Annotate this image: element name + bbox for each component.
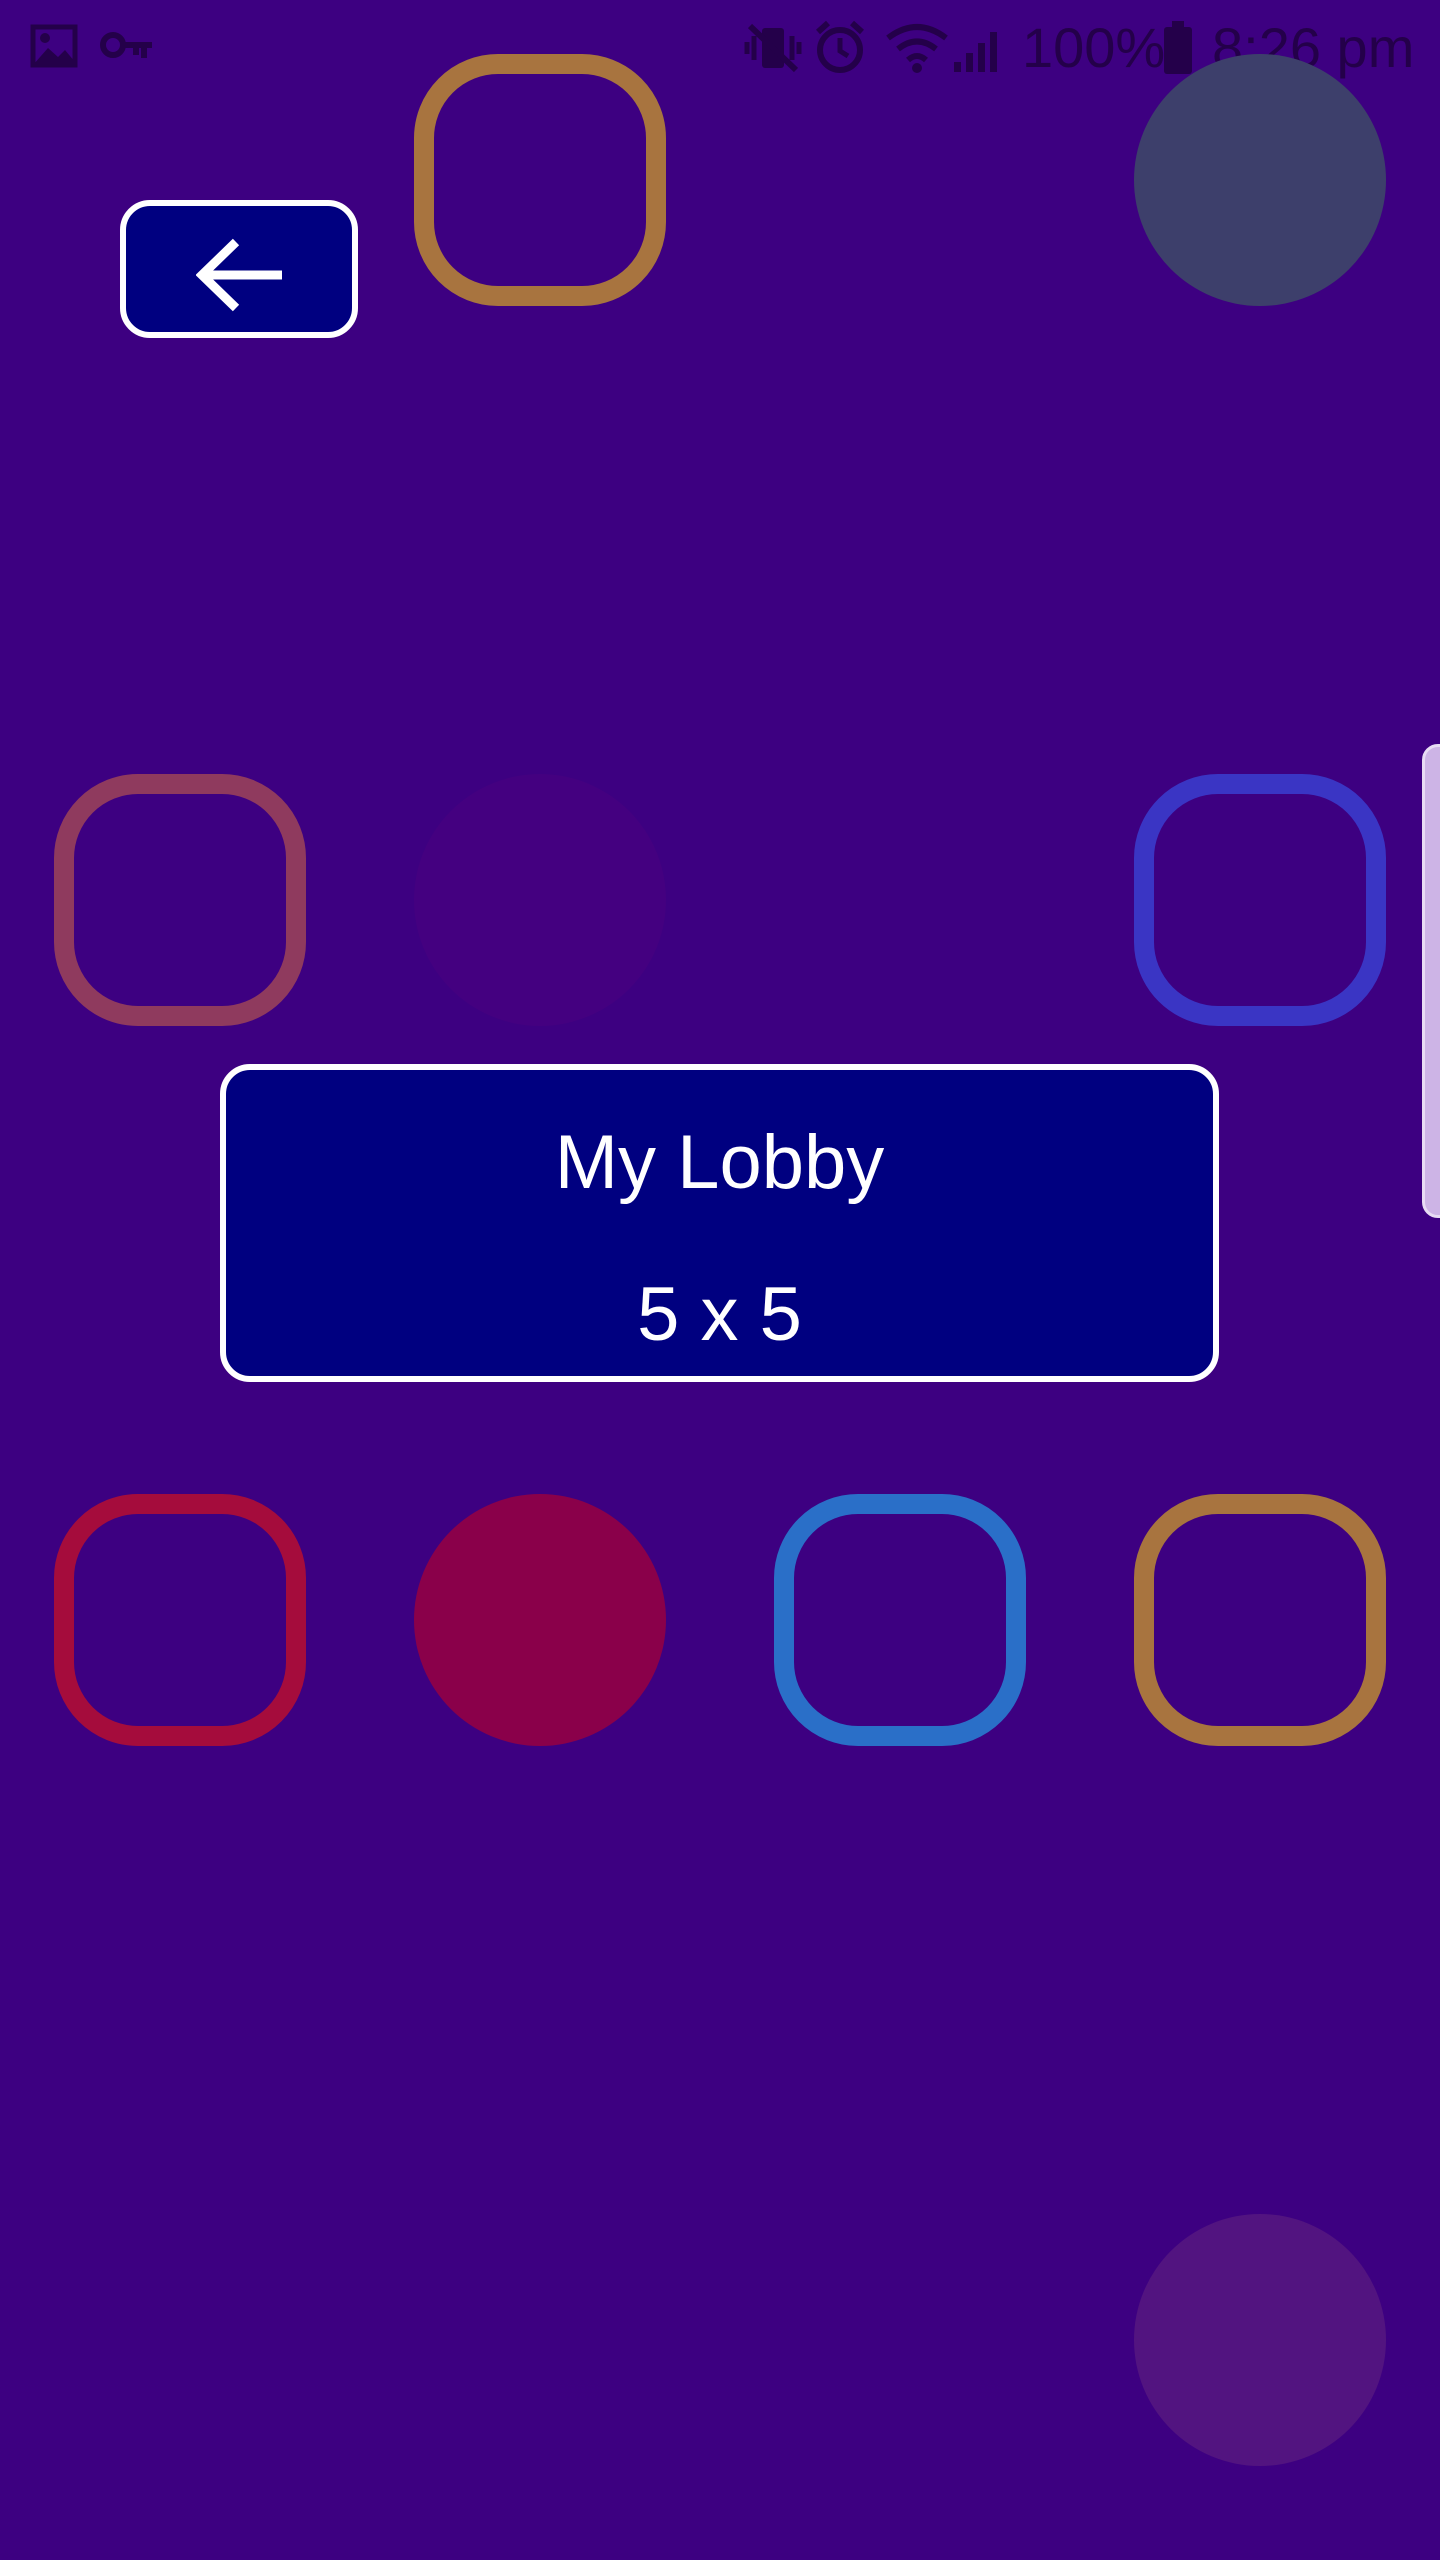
image-icon: [30, 24, 78, 68]
tile-sky: [774, 1494, 1026, 1746]
lobby-board-size: 5 x 5: [637, 1272, 802, 1357]
disc-dim-violet: [1134, 2214, 1386, 2466]
lobby-card[interactable]: My Lobby 5 x 5: [220, 1064, 1219, 1382]
disc-magenta: [414, 1494, 666, 1746]
alarm-icon: [815, 20, 865, 73]
tile-orange-bottom: [1134, 1494, 1386, 1746]
tile-mauve: [54, 774, 306, 1026]
wifi-icon: [886, 24, 948, 73]
disc-faint-purple: [414, 774, 666, 1026]
key-icon: [100, 32, 152, 58]
mute-vibrate-icon: [744, 23, 802, 73]
arrow-left-icon: [196, 238, 282, 312]
back-button[interactable]: [120, 200, 358, 338]
tile-crimson: [54, 1494, 306, 1746]
edge-panel-handle[interactable]: [1422, 744, 1440, 1218]
battery-percent: 100%: [1022, 16, 1166, 79]
lobby-name: My Lobby: [554, 1120, 885, 1205]
tile-blue: [1134, 774, 1386, 1026]
disc-slate-top: [1134, 54, 1386, 306]
tile-orange-top: [414, 54, 666, 306]
signal-icon: [954, 32, 997, 72]
battery-icon: [1164, 21, 1192, 74]
